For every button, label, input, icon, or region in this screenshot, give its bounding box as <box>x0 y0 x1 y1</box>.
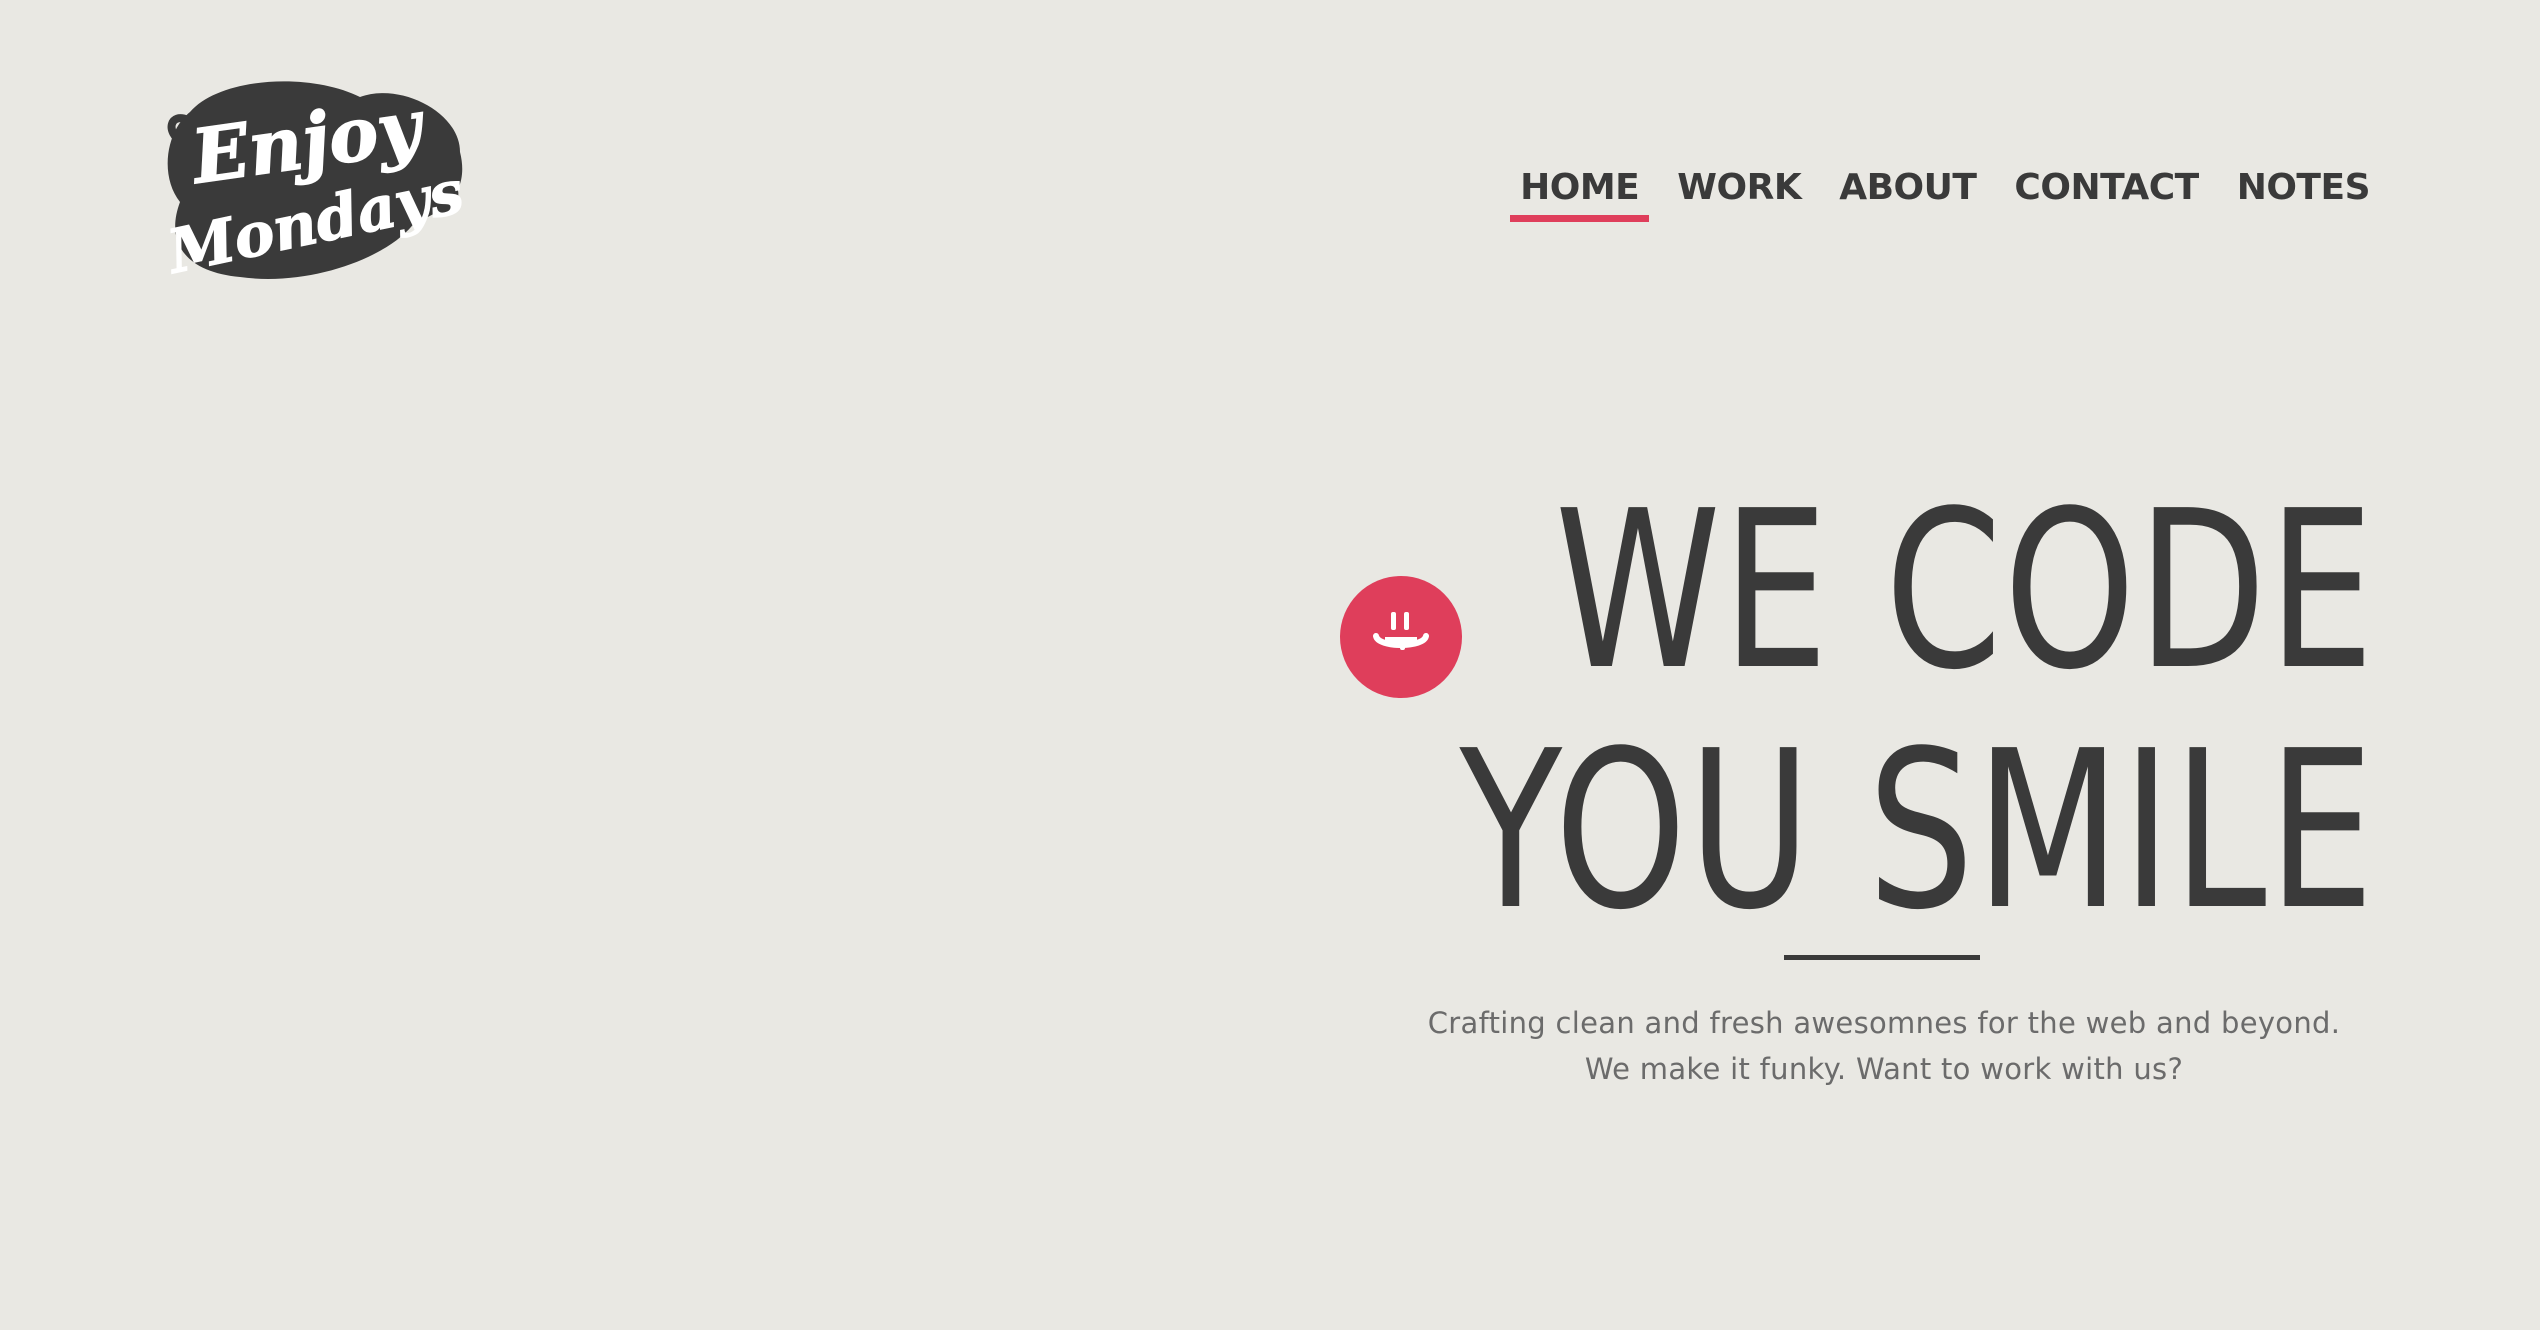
nav-item-contact: CONTACT <box>2012 160 2200 216</box>
hero: WE CODE YOU SMILE <box>1186 472 2376 952</box>
tagline-line1: Crafting clean and fresh awesomnes for t… <box>1427 1006 2341 1040</box>
tagline-line2: We make it funky. Want to work with us? <box>1584 1052 2184 1086</box>
hero-tagline: Crafting clean and fresh awesomnes for t… <box>1384 1000 2384 1092</box>
nav-link-work[interactable]: WORK <box>1675 160 1803 216</box>
hero-divider <box>1784 955 1980 960</box>
hero-headline-line1: WE CODE <box>1555 465 2376 718</box>
nav-link-about[interactable]: ABOUT <box>1837 160 1978 216</box>
logo[interactable]: Enjoy Mondays <box>160 72 470 287</box>
nav-item-work: WORK <box>1675 160 1803 216</box>
nav-item-notes: NOTES <box>2235 160 2372 216</box>
nav-link-notes[interactable]: NOTES <box>2235 160 2372 216</box>
nav-link-contact[interactable]: CONTACT <box>2012 160 2200 216</box>
enjoy-mondays-logo-icon: Enjoy Mondays <box>160 81 470 287</box>
hero-headline-line2: YOU SMILE <box>1459 705 2376 958</box>
main-nav: HOME WORK ABOUT CONTACT NOTES <box>1510 160 2372 222</box>
nav-item-home: HOME <box>1510 160 1650 222</box>
nav-link-home[interactable]: HOME <box>1510 160 1650 222</box>
nav-item-about: ABOUT <box>1837 160 1978 216</box>
